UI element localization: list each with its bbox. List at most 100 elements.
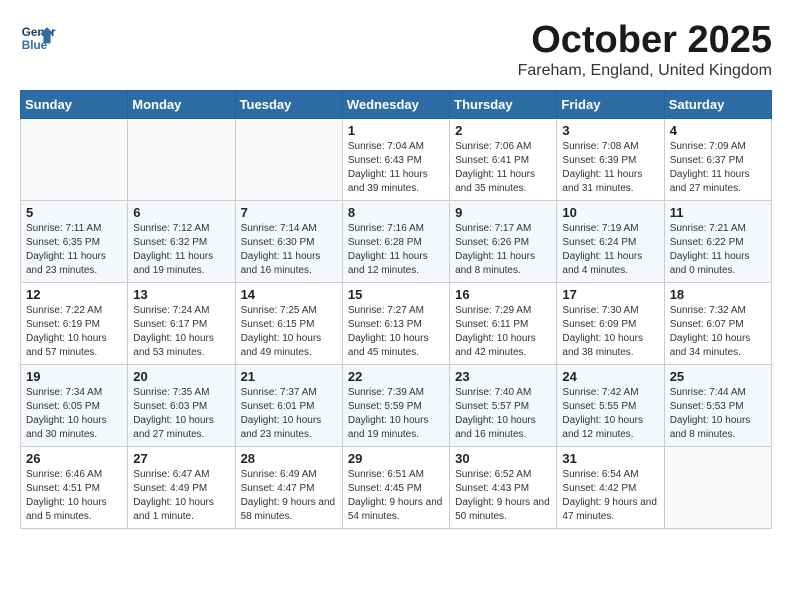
day-info: Sunrise: 6:52 AM Sunset: 4:43 PM Dayligh… xyxy=(455,468,551,524)
weekday-header-saturday: Saturday xyxy=(664,90,771,118)
calendar-cell: 30Sunrise: 6:52 AM Sunset: 4:43 PM Dayli… xyxy=(450,446,557,528)
calendar-week-5: 26Sunrise: 6:46 AM Sunset: 4:51 PM Dayli… xyxy=(21,446,772,528)
day-info: Sunrise: 7:32 AM Sunset: 6:07 PM Dayligh… xyxy=(670,304,766,360)
calendar-cell: 7 Sunrise: 7:14 AM Sunset: 6:30 PM Daylig… xyxy=(235,200,342,282)
title-area: October 2025 Fareham, England, United Ki… xyxy=(518,20,772,80)
calendar-cell: 26Sunrise: 6:46 AM Sunset: 4:51 PM Dayli… xyxy=(21,446,128,528)
day-number: 2 xyxy=(455,123,551,138)
day-info: Sunrise: 7:25 AM Sunset: 6:15 PM Dayligh… xyxy=(241,304,337,360)
day-number: 15 xyxy=(348,287,444,302)
weekday-header-monday: Monday xyxy=(128,90,235,118)
day-info: Sunrise: 7:44 AM Sunset: 5:53 PM Dayligh… xyxy=(670,386,766,442)
day-info: Sunrise: 6:51 AM Sunset: 4:45 PM Dayligh… xyxy=(348,468,444,524)
calendar-cell: 20 Sunrise: 7:35 AM Sunset: 6:03 PM Dayli… xyxy=(128,364,235,446)
calendar-cell: 6 Sunrise: 7:12 AM Sunset: 6:32 PM Daylig… xyxy=(128,200,235,282)
day-info: Sunrise: 7:21 AM Sunset: 6:22 PM Dayligh… xyxy=(670,222,766,278)
day-number: 17 xyxy=(562,287,658,302)
day-info: Sunrise: 7:06 AM Sunset: 6:41 PM Dayligh… xyxy=(455,140,551,196)
day-number: 6 xyxy=(133,205,229,220)
day-info: Sunrise: 7:14 AM Sunset: 6:30 PM Dayligh… xyxy=(241,222,337,278)
calendar-week-2: 5Sunrise: 7:11 AM Sunset: 6:35 PM Daylig… xyxy=(21,200,772,282)
day-number: 13 xyxy=(133,287,229,302)
calendar-cell: 27 Sunrise: 6:47 AM Sunset: 4:49 PM Dayli… xyxy=(128,446,235,528)
calendar-week-4: 19 Sunrise: 7:34 AM Sunset: 6:05 PM Dayli… xyxy=(21,364,772,446)
day-info: Sunrise: 7:11 AM Sunset: 6:35 PM Dayligh… xyxy=(26,222,122,278)
day-info: Sunrise: 7:22 AM Sunset: 6:19 PM Dayligh… xyxy=(26,304,122,360)
calendar-cell: 16 Sunrise: 7:29 AM Sunset: 6:11 PM Dayli… xyxy=(450,282,557,364)
weekday-header-thursday: Thursday xyxy=(450,90,557,118)
weekday-header-row: SundayMondayTuesdayWednesdayThursdayFrid… xyxy=(21,90,772,118)
day-number: 14 xyxy=(241,287,337,302)
calendar-cell: 4 Sunrise: 7:09 AM Sunset: 6:37 PM Daylig… xyxy=(664,118,771,200)
day-number: 1 xyxy=(348,123,444,138)
weekday-header-friday: Friday xyxy=(557,90,664,118)
calendar-cell: 14 Sunrise: 7:25 AM Sunset: 6:15 PM Dayli… xyxy=(235,282,342,364)
calendar-cell: 8 Sunrise: 7:16 AM Sunset: 6:28 PM Daylig… xyxy=(342,200,449,282)
calendar-cell: 25 Sunrise: 7:44 AM Sunset: 5:53 PM Dayli… xyxy=(664,364,771,446)
day-number: 4 xyxy=(670,123,766,138)
day-info: Sunrise: 7:12 AM Sunset: 6:32 PM Dayligh… xyxy=(133,222,229,278)
calendar-cell: 10 Sunrise: 7:19 AM Sunset: 6:24 PM Dayli… xyxy=(557,200,664,282)
day-number: 16 xyxy=(455,287,551,302)
day-number: 10 xyxy=(562,205,658,220)
calendar-cell: 17 Sunrise: 7:30 AM Sunset: 6:09 PM Dayli… xyxy=(557,282,664,364)
header: General Blue October 2025 Fareham, Engla… xyxy=(20,20,772,80)
day-number: 26 xyxy=(26,451,122,466)
calendar-cell: 23 Sunrise: 7:40 AM Sunset: 5:57 PM Dayli… xyxy=(450,364,557,446)
calendar-cell: 5Sunrise: 7:11 AM Sunset: 6:35 PM Daylig… xyxy=(21,200,128,282)
day-number: 21 xyxy=(241,369,337,384)
day-number: 29 xyxy=(348,451,444,466)
day-number: 23 xyxy=(455,369,551,384)
day-info: Sunrise: 7:08 AM Sunset: 6:39 PM Dayligh… xyxy=(562,140,658,196)
day-info: Sunrise: 6:47 AM Sunset: 4:49 PM Dayligh… xyxy=(133,468,229,524)
day-number: 20 xyxy=(133,369,229,384)
weekday-header-tuesday: Tuesday xyxy=(235,90,342,118)
day-info: Sunrise: 7:09 AM Sunset: 6:37 PM Dayligh… xyxy=(670,140,766,196)
calendar-cell: 9 Sunrise: 7:17 AM Sunset: 6:26 PM Daylig… xyxy=(450,200,557,282)
day-info: Sunrise: 7:39 AM Sunset: 5:59 PM Dayligh… xyxy=(348,386,444,442)
day-number: 3 xyxy=(562,123,658,138)
calendar-cell: 22 Sunrise: 7:39 AM Sunset: 5:59 PM Dayli… xyxy=(342,364,449,446)
day-info: Sunrise: 7:04 AM Sunset: 6:43 PM Dayligh… xyxy=(348,140,444,196)
day-info: Sunrise: 7:40 AM Sunset: 5:57 PM Dayligh… xyxy=(455,386,551,442)
day-info: Sunrise: 7:17 AM Sunset: 6:26 PM Dayligh… xyxy=(455,222,551,278)
day-number: 22 xyxy=(348,369,444,384)
day-number: 11 xyxy=(670,205,766,220)
calendar-cell: 1 Sunrise: 7:04 AM Sunset: 6:43 PM Daylig… xyxy=(342,118,449,200)
day-number: 24 xyxy=(562,369,658,384)
day-number: 7 xyxy=(241,205,337,220)
day-number: 8 xyxy=(348,205,444,220)
day-info: Sunrise: 6:49 AM Sunset: 4:47 PM Dayligh… xyxy=(241,468,337,524)
day-info: Sunrise: 7:42 AM Sunset: 5:55 PM Dayligh… xyxy=(562,386,658,442)
calendar-cell: 2 Sunrise: 7:06 AM Sunset: 6:41 PM Daylig… xyxy=(450,118,557,200)
location-title: Fareham, England, United Kingdom xyxy=(518,62,772,80)
logo: General Blue xyxy=(20,20,56,56)
day-number: 12 xyxy=(26,287,122,302)
calendar-cell: 21 Sunrise: 7:37 AM Sunset: 6:01 PM Dayli… xyxy=(235,364,342,446)
day-info: Sunrise: 7:35 AM Sunset: 6:03 PM Dayligh… xyxy=(133,386,229,442)
day-number: 9 xyxy=(455,205,551,220)
calendar-cell: 3 Sunrise: 7:08 AM Sunset: 6:39 PM Daylig… xyxy=(557,118,664,200)
calendar-week-3: 12 Sunrise: 7:22 AM Sunset: 6:19 PM Dayli… xyxy=(21,282,772,364)
calendar-cell: 12 Sunrise: 7:22 AM Sunset: 6:19 PM Dayli… xyxy=(21,282,128,364)
day-info: Sunrise: 7:29 AM Sunset: 6:11 PM Dayligh… xyxy=(455,304,551,360)
day-number: 25 xyxy=(670,369,766,384)
calendar-cell: 15Sunrise: 7:27 AM Sunset: 6:13 PM Dayli… xyxy=(342,282,449,364)
weekday-header-wednesday: Wednesday xyxy=(342,90,449,118)
day-info: Sunrise: 7:16 AM Sunset: 6:28 PM Dayligh… xyxy=(348,222,444,278)
logo-icon: General Blue xyxy=(20,20,56,56)
day-info: Sunrise: 7:24 AM Sunset: 6:17 PM Dayligh… xyxy=(133,304,229,360)
calendar-cell xyxy=(664,446,771,528)
day-info: Sunrise: 7:34 AM Sunset: 6:05 PM Dayligh… xyxy=(26,386,122,442)
calendar-cell xyxy=(235,118,342,200)
day-info: Sunrise: 6:54 AM Sunset: 4:42 PM Dayligh… xyxy=(562,468,658,524)
day-info: Sunrise: 7:30 AM Sunset: 6:09 PM Dayligh… xyxy=(562,304,658,360)
day-number: 28 xyxy=(241,451,337,466)
day-info: Sunrise: 7:37 AM Sunset: 6:01 PM Dayligh… xyxy=(241,386,337,442)
day-number: 27 xyxy=(133,451,229,466)
calendar-cell: 19 Sunrise: 7:34 AM Sunset: 6:05 PM Dayli… xyxy=(21,364,128,446)
calendar-cell: 13 Sunrise: 7:24 AM Sunset: 6:17 PM Dayli… xyxy=(128,282,235,364)
day-info: Sunrise: 7:19 AM Sunset: 6:24 PM Dayligh… xyxy=(562,222,658,278)
day-number: 19 xyxy=(26,369,122,384)
month-title: October 2025 xyxy=(518,20,772,62)
